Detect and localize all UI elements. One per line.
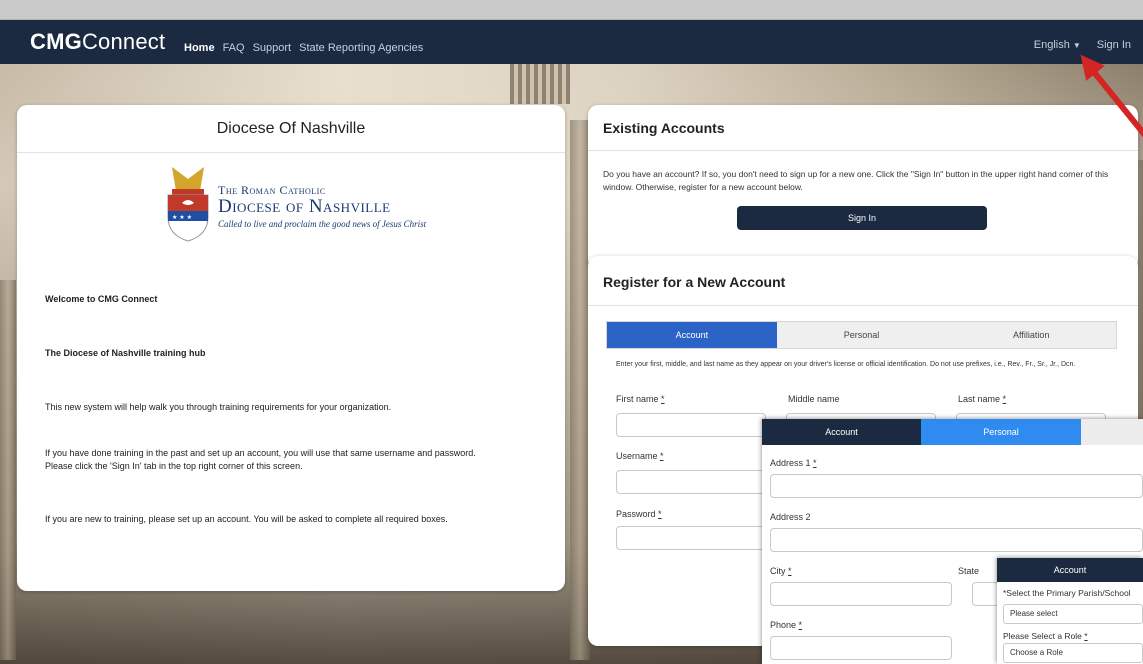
- nav-right: English ▼ Sign In: [1034, 39, 1131, 51]
- first-name-input[interactable]: [616, 413, 766, 437]
- password-input[interactable]: [616, 526, 766, 550]
- top-strip: [0, 0, 1143, 20]
- overlay-tab-account[interactable]: Account: [762, 419, 921, 445]
- paragraph-2a: If you have done training in the past an…: [45, 448, 476, 458]
- background-pillar: [570, 120, 590, 660]
- affiliation-tab-overlay: Account *Select the Primary Parish/Schoo…: [997, 558, 1143, 664]
- first-name-label: First name *: [616, 394, 665, 404]
- overlay-tab-personal[interactable]: Personal: [921, 419, 1081, 445]
- city-label: City *: [770, 566, 792, 576]
- phone-input[interactable]: [770, 636, 952, 660]
- diocese-logo: ★ ★ ★ The Roman Catholic Diocese of Nash…: [162, 165, 462, 245]
- hub-text: The Diocese of Nashville training hub: [45, 348, 206, 358]
- tab-account[interactable]: Account: [607, 322, 777, 348]
- nav-faq[interactable]: FAQ: [223, 42, 245, 54]
- tab-personal[interactable]: Personal: [776, 322, 947, 348]
- caret-down-icon: ▼: [1072, 41, 1081, 50]
- background-pillar: [0, 280, 16, 660]
- brand-logo[interactable]: CMGConnect: [30, 29, 165, 55]
- tab-affiliation[interactable]: Affiliation: [946, 322, 1117, 348]
- language-dropdown[interactable]: English ▼: [1034, 39, 1081, 51]
- username-input[interactable]: [616, 470, 766, 494]
- address2-input[interactable]: [770, 528, 1143, 552]
- overlay2-tab-account[interactable]: Account: [997, 558, 1143, 582]
- address1-label: Address 1 *: [770, 458, 817, 468]
- nav-support[interactable]: Support: [253, 42, 292, 54]
- parish-select[interactable]: Please select: [1003, 604, 1143, 624]
- existing-accounts-card: Existing Accounts Do you have an account…: [588, 105, 1138, 270]
- register-tabs: Account Personal Affiliation: [606, 321, 1117, 349]
- city-input[interactable]: [770, 582, 952, 606]
- card-title: Diocese Of Nashville: [17, 105, 565, 153]
- state-label: State: [958, 566, 980, 576]
- overlay-tab-affiliation[interactable]: [1081, 419, 1143, 445]
- address1-input[interactable]: [770, 474, 1143, 498]
- sign-in-button[interactable]: Sign In: [737, 206, 987, 230]
- role-label: Please Select a Role *: [1003, 631, 1088, 641]
- existing-accounts-text: Do you have an account? If so, you don't…: [603, 169, 1109, 192]
- phone-label: Phone *: [770, 620, 803, 630]
- svg-text:★ ★ ★: ★ ★ ★: [172, 214, 192, 221]
- logo-line-2: Diocese of Nashville: [218, 196, 391, 217]
- paragraph-1: This new system will help walk you throu…: [45, 402, 392, 412]
- coat-of-arms-icon: ★ ★ ★: [167, 167, 209, 242]
- name-instructions: Enter your first, middle, and last name …: [616, 361, 1076, 368]
- nav-home[interactable]: Home: [184, 42, 215, 54]
- paragraph-3: If you are new to training, please set u…: [45, 514, 448, 524]
- register-title: Register for a New Account: [588, 256, 1138, 306]
- logo-tagline: Called to live and proclaim the good new…: [218, 219, 427, 229]
- paragraph-2b: Please click the 'Sign In' tab in the to…: [45, 461, 303, 471]
- nav-links: Home FAQ Support State Reporting Agencie…: [184, 42, 423, 54]
- role-select[interactable]: Choose a Role: [1003, 643, 1143, 663]
- password-label: Password *: [616, 509, 662, 519]
- nav-state-reporting[interactable]: State Reporting Agencies: [299, 42, 423, 54]
- existing-accounts-title: Existing Accounts: [588, 105, 1138, 151]
- navbar: CMGConnect Home FAQ Support State Report…: [0, 20, 1143, 64]
- address2-label: Address 2: [770, 512, 811, 522]
- last-name-label: Last name *: [958, 394, 1007, 404]
- nav-sign-in[interactable]: Sign In: [1097, 39, 1131, 51]
- username-label: Username *: [616, 451, 664, 461]
- middle-name-label: Middle name: [788, 394, 840, 404]
- diocese-card: Diocese Of Nashville ★ ★ ★ The Roman Cat…: [17, 105, 565, 591]
- welcome-text: Welcome to CMG Connect: [45, 294, 158, 304]
- background-dome: [510, 64, 570, 104]
- parish-label: *Select the Primary Parish/School: [1003, 588, 1131, 598]
